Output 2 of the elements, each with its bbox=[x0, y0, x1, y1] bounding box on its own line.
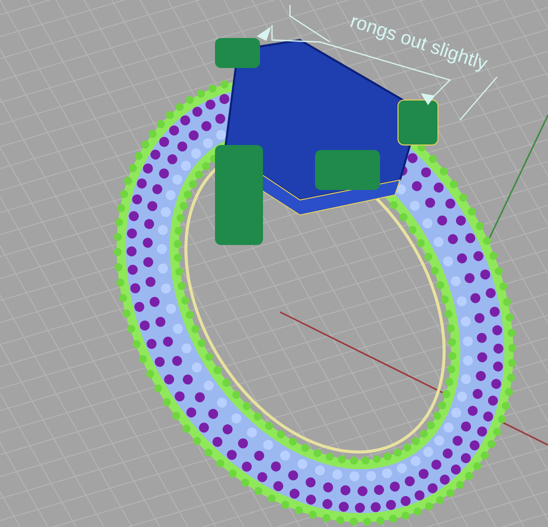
annotation-text: rongs out slightly bbox=[346, 10, 491, 77]
3d-viewport[interactable]: rongs out slightly bbox=[0, 0, 548, 527]
